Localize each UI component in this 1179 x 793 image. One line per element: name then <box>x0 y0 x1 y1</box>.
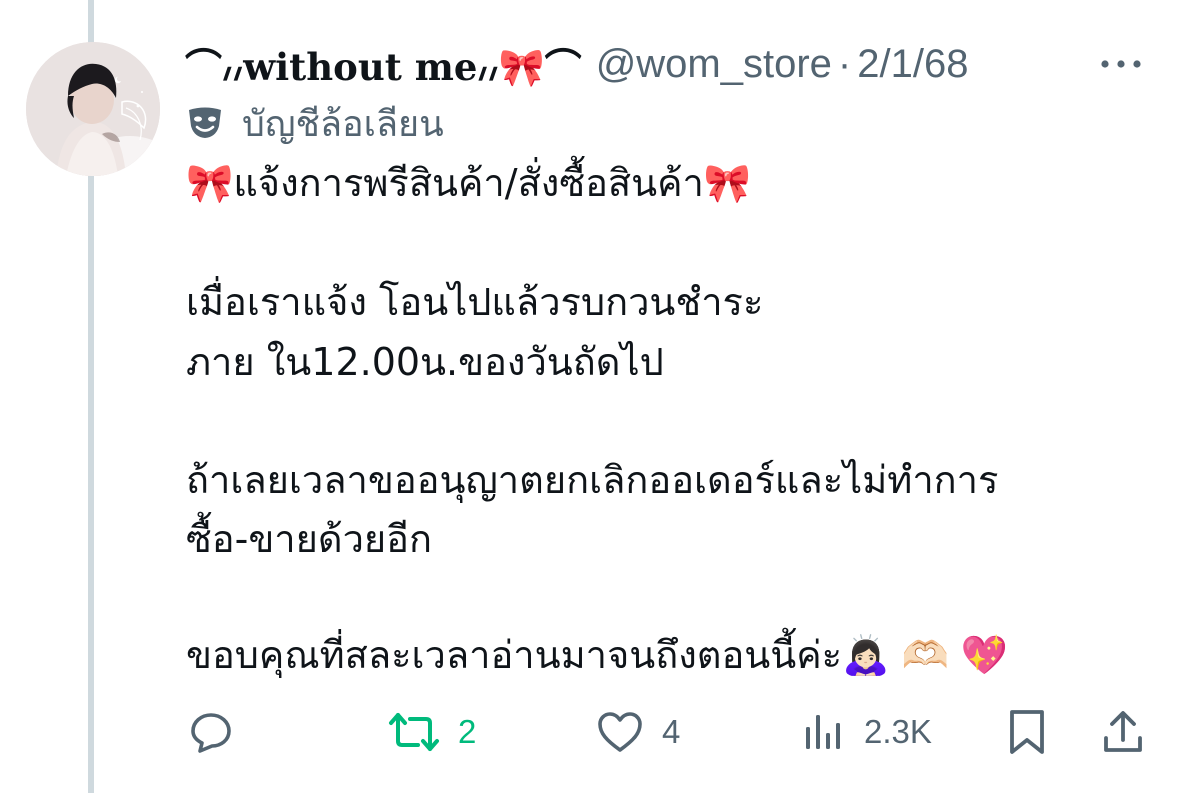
tweet-line-6: ขอบคุณที่สละเวลาอ่านมาจนถึงตอนนี้ค่ะ🙇🏻‍♀… <box>186 633 1009 677</box>
user-handle[interactable]: @wom_store <box>596 42 832 87</box>
bookmark-button[interactable] <box>1004 700 1050 764</box>
tweet-line-4: ถ้าเลยเวลาขออนุญาตยกเลิกออเดอร์และไม่ทำก… <box>186 458 999 502</box>
views-count: 2.3K <box>864 713 932 750</box>
avatar[interactable] <box>26 42 160 176</box>
tweet-line-2: เมื่อเราแจ้ง โอนไปแล้วรบกวนชำระ <box>186 280 764 324</box>
like-count: 4 <box>662 713 681 750</box>
retweet-icon <box>389 713 439 751</box>
views-button[interactable]: 2.3K <box>800 700 932 764</box>
more-dots-icon[interactable] <box>1099 52 1143 76</box>
tweet-line-5: ซื้อ-ขายด้วยอีก <box>186 517 433 561</box>
tweet-line-1: 🎀แจ้งการพรีสินค้า/สั่งซื้อสินค้า🎀 <box>186 161 752 205</box>
share-upload-icon <box>1104 711 1142 752</box>
display-name[interactable]: ⌒៸៸without me៸៸🎀⌒ <box>185 37 582 91</box>
tweet-header: ⌒៸៸without me៸៸🎀⌒ @wom_store · 2/1/68 <box>185 36 1175 92</box>
avatar-image <box>26 42 160 176</box>
retweet-button[interactable]: 2 <box>388 700 476 764</box>
tweet-action-bar: 2 4 2.3K <box>0 700 1179 764</box>
views-bar-chart-icon <box>806 715 840 749</box>
reply-button[interactable] <box>188 700 252 764</box>
parody-label-text: บัญชีล้อเลียน <box>242 103 444 145</box>
theater-mask-icon <box>189 107 221 138</box>
separator-dot: · <box>837 41 852 86</box>
tweet-line-3: ภาย ใน12.00น.ของวันถัดไป <box>186 340 664 384</box>
reply-bubble-icon <box>191 713 231 753</box>
share-button[interactable] <box>1100 700 1146 764</box>
like-button[interactable]: 4 <box>596 700 680 764</box>
retweet-count: 2 <box>458 713 477 750</box>
tweet-date[interactable]: 2/1/68 <box>857 42 968 87</box>
bookmark-icon <box>1010 710 1044 754</box>
heart-icon <box>598 712 642 752</box>
parody-account-label: บัญชีล้อเลียน <box>186 100 444 146</box>
